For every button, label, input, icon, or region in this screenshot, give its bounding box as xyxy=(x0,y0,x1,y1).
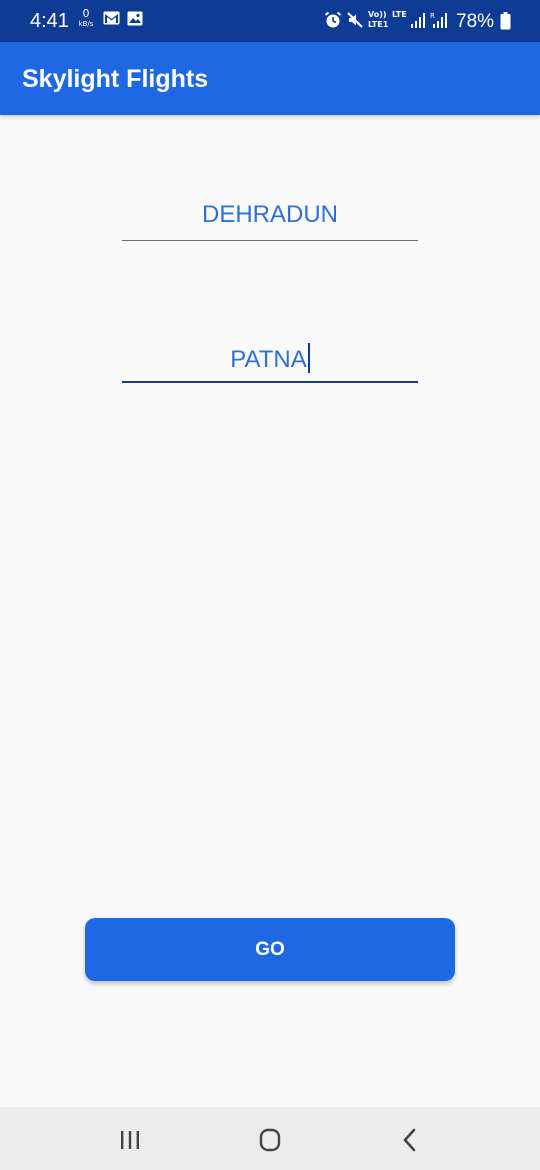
text-cursor xyxy=(307,343,310,373)
lte-indicator: LTE xyxy=(392,10,407,19)
battery-icon xyxy=(500,12,511,35)
go-button[interactable]: GO xyxy=(85,918,455,981)
app-title: Skylight Flights xyxy=(22,65,209,93)
from-city-input[interactable]: DEHRADUN xyxy=(122,191,418,241)
to-city-value: PATNA xyxy=(230,346,307,373)
app-bar: Skylight Flights xyxy=(0,42,540,115)
alarm-icon xyxy=(324,11,342,34)
network-speed-value: 0 xyxy=(82,7,90,20)
gallery-icon xyxy=(127,11,143,31)
mute-icon xyxy=(346,11,364,34)
from-city-value: DEHRADUN xyxy=(201,201,338,228)
volte-indicator: Vo)) LTE1 xyxy=(368,10,388,30)
gmail-icon xyxy=(103,11,120,30)
to-city-input[interactable]: PATNA xyxy=(122,333,418,383)
from-city-underline xyxy=(122,240,418,241)
status-bar: 4:41 0 kB/s Vo)) LTE1 LTE R 78% xyxy=(0,0,540,42)
status-time: 4:41 xyxy=(30,10,69,32)
svg-text:R: R xyxy=(430,12,435,20)
recent-apps-icon[interactable] xyxy=(113,1123,147,1157)
back-icon[interactable] xyxy=(393,1123,427,1157)
volte-label: Vo)) xyxy=(368,10,387,19)
signal-roaming-icon: R xyxy=(430,11,448,34)
to-city-text: PATNA xyxy=(122,343,418,374)
network-speed-unit: kB/s xyxy=(78,20,94,28)
to-city-underline xyxy=(122,381,418,383)
home-icon[interactable] xyxy=(253,1123,287,1157)
volte-sub: LTE1 xyxy=(368,20,389,29)
battery-percent: 78% xyxy=(456,11,495,32)
signal-icon xyxy=(410,11,426,34)
network-speed: 0 kB/s xyxy=(76,7,96,29)
navigation-bar xyxy=(0,1107,540,1170)
